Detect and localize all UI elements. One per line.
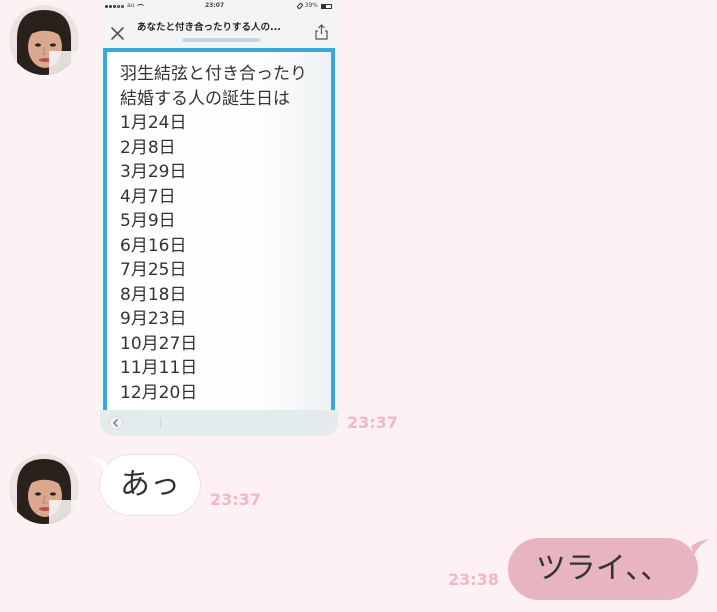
signal-icon [105, 4, 124, 8]
wifi-icon [137, 3, 145, 9]
share-icon [315, 24, 328, 40]
content-line: 12月20日 [120, 382, 198, 403]
status-time: 23:07 [205, 2, 225, 9]
content-line: 結婚する人の誕生日は [120, 88, 290, 109]
avatar[interactable] [9, 454, 79, 524]
incoming-message-bubble[interactable]: あっ [88, 455, 200, 515]
message-text: あっ [120, 467, 180, 502]
divider [160, 418, 161, 428]
content-line: 11月11日 [120, 358, 198, 378]
screenshot-page-title: あなたと付き合ったりする人の... [137, 22, 281, 33]
content-line: 8月18日 [120, 284, 187, 305]
screenshot-bottom-bar [100, 410, 338, 436]
content-line: 2月8日 [120, 137, 176, 158]
status-carrier: au [127, 2, 135, 9]
close-icon [111, 27, 124, 40]
message-timestamp: 23:37 [210, 490, 261, 509]
content-line: 羽生結弦と付き合ったり [120, 64, 307, 84]
bubble-tail [88, 456, 107, 472]
content-line: 9月23日 [120, 309, 187, 329]
bubble-tail [691, 539, 710, 555]
image-message[interactable]: au 23:07 39% あなたと付き合ったりする人の... 羽生結弦と付き合っ… [100, 0, 338, 436]
content-line: 7月25日 [120, 260, 187, 280]
content-line: 1月24日 [120, 113, 187, 133]
outgoing-message-bubble[interactable]: ツライ、、 [508, 538, 710, 600]
back-chevron-icon [109, 416, 123, 430]
content-line: 4月7日 [120, 186, 176, 207]
bluetooth-icon [296, 2, 304, 10]
content-line: 5月9日 [120, 211, 176, 231]
avatar-portrait [9, 5, 79, 75]
status-battery-percent: 39% [304, 2, 318, 9]
content-line: 10月27日 [120, 333, 198, 354]
content-line: 6月16日 [120, 235, 187, 256]
screenshot-url-blur [182, 38, 260, 42]
battery-icon [321, 3, 332, 9]
avatar-portrait [9, 454, 79, 524]
avatar[interactable] [9, 5, 79, 75]
screenshot-status-bar: au 23:07 39% [100, 0, 338, 12]
screenshot-content-frame: 羽生結弦と付き合ったり 結婚する人の誕生日は 1月24日 2月8日 3月29日 … [103, 48, 335, 410]
message-text: ツライ、、 [535, 551, 671, 586]
message-timestamp: 23:37 [347, 413, 398, 432]
message-timestamp: 23:38 [448, 570, 499, 589]
content-line: 3月29日 [120, 162, 187, 182]
